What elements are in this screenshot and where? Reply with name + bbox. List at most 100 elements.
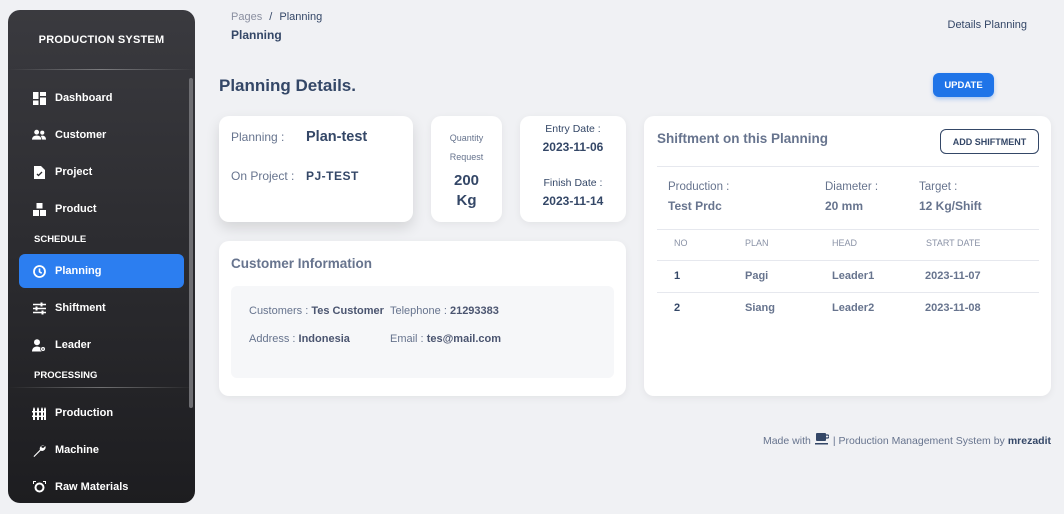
user-gear-icon (32, 338, 46, 352)
diameter-stat: Diameter : 20 mm (825, 181, 878, 213)
add-shiftment-button[interactable]: ADD SHIFTMENT (940, 129, 1039, 154)
quantity-value: 200 (453, 172, 480, 189)
sidebar-item-label: Project (55, 166, 93, 178)
finish-date-value: 2023-11-14 (542, 194, 604, 208)
sidebar-item-raw-materials[interactable]: Raw Materials (19, 470, 184, 503)
request-label: Request (449, 152, 484, 162)
shiftment-card: Shiftment on this Planning ADD SHIFTMENT… (644, 116, 1051, 396)
production-stat: Production : Test Prdc (668, 181, 729, 213)
cell-start-date: 2023-11-08 (925, 302, 981, 314)
sidebar-item-shiftment[interactable]: Shiftment (19, 291, 184, 325)
customers-value: Tes Customer (311, 305, 384, 317)
entry-date-label: Entry Date : (545, 123, 601, 135)
breadcrumb-separator: / (269, 11, 273, 23)
cell-head: Leader1 (832, 270, 875, 282)
sidebar-item-customer[interactable]: Customer (19, 118, 184, 152)
cell-plan: Pagi (745, 270, 769, 282)
gear-box-icon (32, 480, 46, 494)
quantity-label: Quantity (449, 133, 484, 143)
sidebar-divider (8, 387, 195, 388)
diameter-label: Diameter : (825, 181, 879, 193)
sidebar-item-production[interactable]: Production (19, 396, 184, 430)
fence-icon (32, 406, 46, 420)
divider (657, 166, 1039, 167)
sidebar-item-project[interactable]: Project (19, 155, 184, 189)
breadcrumb-root[interactable]: Pages (231, 11, 262, 23)
header-right-text: Details Planning (947, 19, 1028, 31)
wrench-icon (32, 443, 46, 457)
email-field: Email : tes@mail.com (390, 333, 501, 345)
date-card: Entry Date : 2023-11-06 Finish Date : 20… (520, 116, 626, 222)
sidebar: PRODUCTION SYSTEM Dashboard Customer Pro… (8, 10, 195, 503)
coffee-icon (814, 433, 830, 448)
column-header-no[interactable]: NO (674, 238, 688, 248)
address-label: Address : (249, 333, 296, 345)
column-header-plan[interactable]: PLAN (745, 238, 769, 248)
address-field: Address : Indonesia (249, 333, 350, 345)
entry-date-value: 2023-11-06 (542, 140, 604, 154)
telephone-field: Telephone : 21293383 (390, 305, 499, 317)
planning-card: Planning : Plan-test On Project : PJ-TES… (219, 116, 413, 222)
divider (657, 260, 1039, 261)
customer-info-panel: Customers : Tes Customer Telephone : 212… (231, 286, 614, 378)
planning-value: Plan-test (306, 129, 368, 145)
sidebar-item-label: Customer (55, 129, 107, 141)
telephone-value: 21293383 (449, 305, 499, 317)
divider (657, 229, 1039, 230)
email-label: Email : (390, 333, 424, 345)
update-button[interactable]: UPDATE (933, 73, 994, 97)
boxes-icon (32, 202, 46, 216)
clock-icon (32, 264, 46, 278)
cell-start-date: 2023-11-07 (925, 270, 981, 282)
dashboard-icon (32, 91, 46, 105)
column-header-head[interactable]: HEAD (832, 238, 857, 248)
cell-no: 1 (674, 270, 681, 282)
cell-plan: Siang (745, 302, 775, 314)
header-title: Planning (231, 28, 282, 42)
column-header-start-date[interactable]: START DATE (926, 238, 980, 248)
sidebar-item-planning[interactable]: Planning (19, 254, 184, 288)
sidebar-item-label: Leader (55, 339, 92, 351)
planning-label: Planning : (231, 130, 285, 144)
breadcrumb: Pages / Planning (231, 11, 322, 23)
sidebar-item-dashboard[interactable]: Dashboard (19, 81, 184, 115)
sidebar-item-label: Product (55, 203, 97, 215)
sidebar-item-label: Machine (55, 444, 100, 456)
target-value: 12 Kg/Shift (919, 199, 982, 213)
footer-author-link[interactable]: mrezadit (1008, 435, 1051, 447)
address-value: Indonesia (298, 333, 350, 345)
email-value: tes@mail.com (426, 333, 501, 345)
sidebar-scrollbar[interactable] (189, 78, 193, 408)
target-stat: Target : 12 Kg/Shift (919, 181, 982, 213)
sidebar-item-label: Raw Materials (55, 481, 129, 493)
footer-middle-text: | Production Management System by (832, 434, 1005, 447)
project-value: PJ-TEST (306, 169, 359, 183)
sidebar-item-label: Production (55, 407, 114, 419)
cell-no: 2 (674, 302, 681, 314)
quantity-unit: Kg (456, 192, 477, 209)
project-label: On Project : (231, 169, 295, 183)
diameter-value: 20 mm (825, 199, 864, 213)
production-value: Test Prdc (668, 199, 722, 213)
sidebar-item-machine[interactable]: Machine (19, 433, 184, 467)
footer: Made with | Production Management System… (763, 433, 1051, 448)
cell-head: Leader2 (832, 302, 875, 314)
customer-card: Customer Information Customers : Tes Cus… (219, 241, 626, 396)
sliders-icon (32, 301, 46, 315)
sidebar-item-label: Planning (55, 265, 102, 277)
section-schedule: SCHEDULE (34, 234, 87, 245)
sidebar-item-label: Shiftment (55, 302, 106, 314)
sidebar-item-product[interactable]: Product (19, 192, 184, 226)
sidebar-item-label: Dashboard (55, 92, 113, 104)
target-label: Target : (919, 181, 958, 193)
page-title: Planning Details. (219, 76, 356, 95)
brand-title[interactable]: PRODUCTION SYSTEM (8, 10, 195, 69)
telephone-label: Telephone : (390, 305, 447, 317)
sidebar-item-leader[interactable]: Leader (19, 328, 184, 362)
breadcrumb-current: Planning (279, 11, 323, 23)
customers-label: Customers : (249, 305, 309, 317)
footer-made-with: Made with (762, 434, 811, 447)
divider (657, 292, 1039, 293)
production-label: Production : (668, 181, 730, 193)
users-icon (32, 128, 46, 142)
